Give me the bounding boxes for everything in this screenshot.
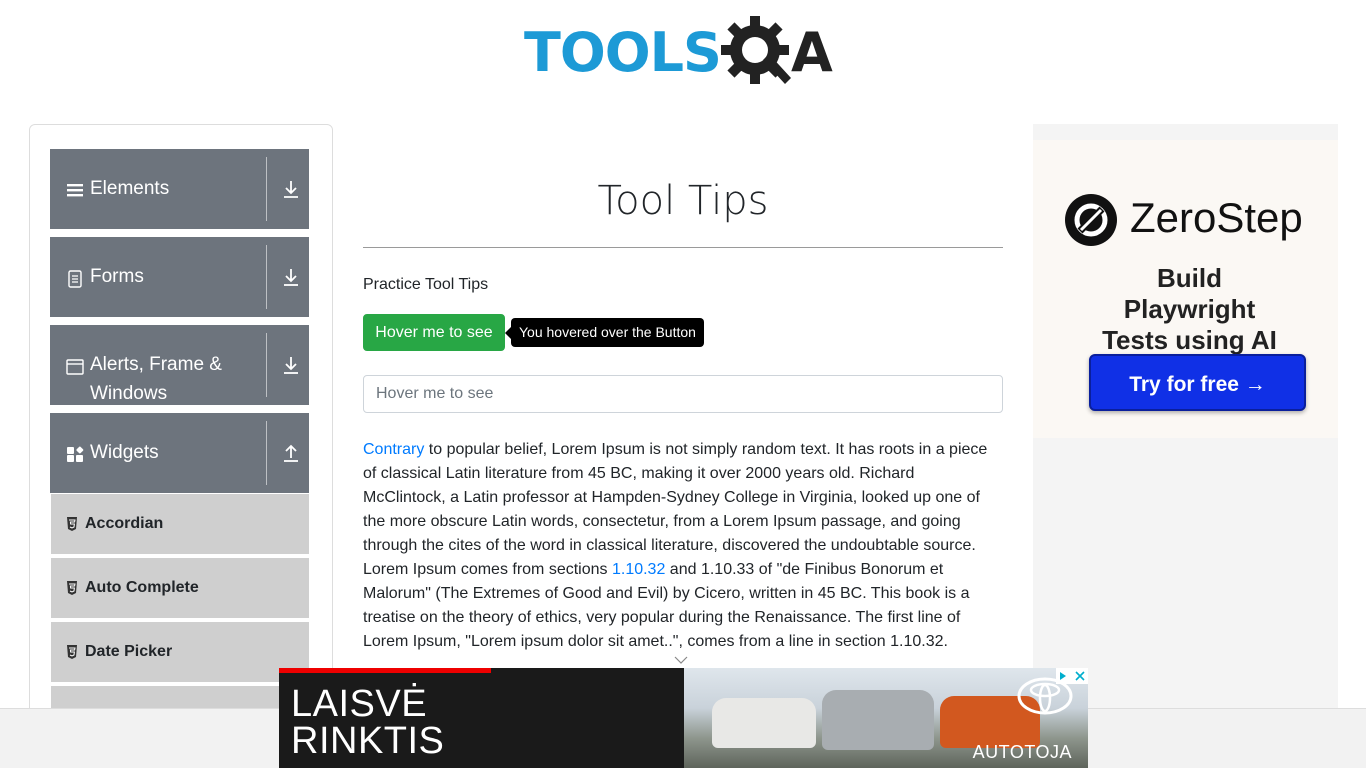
- ad-brand: ZeroStep: [1130, 194, 1303, 241]
- page-title: Tool Tips: [597, 178, 769, 224]
- sidebar-item-date-picker[interactable]: Date Picker: [51, 622, 309, 684]
- site-header: TOOLS A: [0, 0, 1366, 110]
- sidebar-item-label: Auto Complete: [85, 579, 199, 596]
- ad-headline-line: LAISVĖ: [291, 683, 428, 725]
- download-icon[interactable]: [282, 355, 300, 375]
- sidebar-group-alerts[interactable]: Alerts, Frame & Windows: [50, 325, 309, 405]
- logo-text: TOOLS: [524, 21, 722, 84]
- sidebar-group-forms[interactable]: Forms: [50, 237, 309, 317]
- list-icon: [67, 184, 83, 197]
- ad-headline-line: RINKTIS: [291, 720, 445, 762]
- sidebar-group-label: Alerts, Frame & Windows: [90, 354, 222, 404]
- close-icon[interactable]: [1056, 668, 1088, 684]
- sidebar-group-widgets[interactable]: Widgets: [50, 413, 309, 493]
- download-icon[interactable]: [282, 267, 300, 287]
- ad-headline: LAISVĖ RINKTIS: [291, 683, 445, 762]
- download-icon[interactable]: [282, 179, 300, 199]
- divider: [363, 247, 1003, 248]
- divider: [266, 333, 267, 397]
- html5-icon: [67, 581, 77, 595]
- logo-text-a: A: [790, 21, 833, 84]
- sidebar-group-elements[interactable]: Elements: [50, 149, 309, 229]
- divider: [266, 245, 267, 309]
- ad-card: ZeroStep Build Playwright Tests using AI…: [1033, 140, 1338, 438]
- tooltip: You hovered over the Button: [505, 318, 704, 347]
- html5-icon: [67, 517, 77, 531]
- sidebar-item-accordian[interactable]: Accordian: [51, 494, 309, 556]
- cars-photo: AUTOTOJA: [684, 668, 1088, 768]
- tooltip-button[interactable]: Hover me to see: [363, 314, 505, 351]
- progress-line: [279, 668, 491, 673]
- ad-banner-right[interactable]: ZeroStep Build Playwright Tests using AI…: [1033, 124, 1338, 724]
- car-silver: [822, 690, 934, 750]
- sidebar: Elements Forms Alerts, Frame & Windows W…: [29, 124, 333, 724]
- form-icon: [68, 270, 82, 288]
- section-label: Practice Tool Tips: [363, 276, 489, 293]
- sidebar-item-label: Date Picker: [85, 643, 173, 660]
- car-white: [712, 698, 816, 748]
- divider: [266, 421, 267, 485]
- contrary-link[interactable]: Contrary: [363, 441, 424, 458]
- ad-dealer: AUTOTOJA: [972, 742, 1072, 762]
- ad-tagline: Build Playwright Tests using AI: [1102, 263, 1277, 355]
- chevron-down-icon[interactable]: [674, 656, 688, 664]
- paragraph-text: to popular belief, Lorem Ipsum is not si…: [363, 441, 988, 578]
- upload-icon[interactable]: [282, 443, 300, 463]
- description-paragraph: Contrary to popular belief, Lorem Ipsum …: [363, 438, 999, 654]
- divider: [266, 157, 267, 221]
- sidebar-item-auto-complete[interactable]: Auto Complete: [51, 558, 309, 620]
- html5-icon: [67, 645, 77, 659]
- adchoices-icon[interactable]: [1056, 668, 1088, 684]
- window-icon: [66, 359, 84, 375]
- sidebar-group-label: Widgets: [90, 442, 159, 463]
- toolsqa-logo[interactable]: TOOLS A: [524, 14, 848, 92]
- tooltip-text-field[interactable]: [363, 375, 1003, 413]
- try-free-button[interactable]: Try for free →: [1089, 354, 1306, 411]
- zerostep-logo-icon: [1065, 194, 1117, 246]
- widgets-icon: [67, 446, 84, 462]
- ad-banner-bottom[interactable]: LAISVĖ RINKTIS AUTOTOJA: [279, 668, 1088, 768]
- gear-magnifier-icon: [720, 16, 791, 84]
- section-link[interactable]: 1.10.32: [612, 561, 665, 578]
- sidebar-group-label: Elements: [90, 178, 170, 199]
- sidebar-group-label: Forms: [90, 266, 144, 287]
- sidebar-item-label: Accordian: [85, 515, 164, 532]
